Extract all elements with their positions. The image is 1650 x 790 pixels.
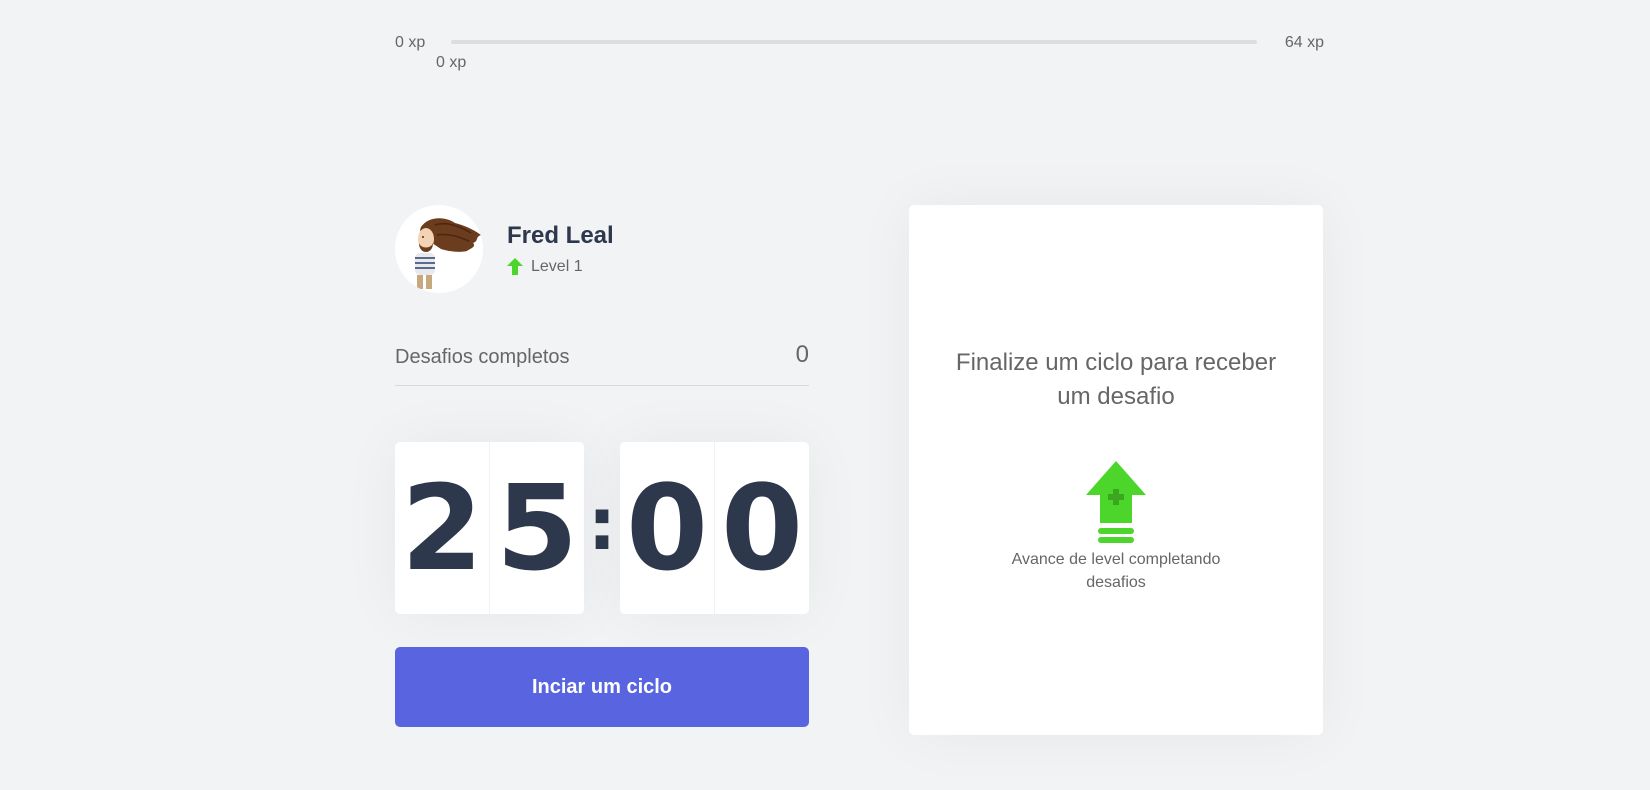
avatar-illustration: [395, 205, 483, 293]
minute-tens-digit: 2: [395, 442, 490, 614]
left-column: Fred Leal Level 1 Desafios completos 0 2…: [395, 205, 809, 727]
experience-bar: 0 xp 0 xp 64 xp: [395, 30, 1324, 71]
countdown-seconds: 0 0: [620, 442, 809, 614]
start-cycle-button[interactable]: Inciar um ciclo: [395, 647, 809, 727]
profile-name: Fred Leal: [507, 222, 614, 249]
second-tens-digit: 0: [620, 442, 715, 614]
level-up-icon: [1086, 461, 1146, 544]
profile-level: Level 1: [507, 258, 614, 276]
completed-challenges: Desafios completos 0: [395, 341, 809, 386]
xp-min-label: 0 xp: [395, 34, 426, 51]
avatar: [395, 205, 483, 293]
second-ones-digit: 0: [720, 459, 804, 597]
xp-max-label: 64 xp: [1284, 34, 1324, 51]
profile: Fred Leal Level 1: [395, 205, 809, 293]
xp-progress-track: [451, 40, 1257, 44]
level-up-arrow-icon: [507, 258, 523, 275]
challenge-box-hint: Avance de level completando desafios: [1011, 551, 1221, 591]
countdown: 2 5 : 0 0: [395, 442, 809, 614]
profile-level-label: Level 1: [531, 258, 583, 275]
challenge-box-title: Finalize um ciclo para receber um desafi…: [955, 349, 1277, 410]
countdown-separator: :: [587, 482, 617, 566]
countdown-minutes: 2 5: [395, 442, 584, 614]
minute-ones-digit: 5: [495, 459, 579, 597]
xp-current-label: 0 xp: [436, 54, 467, 71]
completed-challenges-label: Desafios completos: [395, 346, 570, 368]
challenge-box: Finalize um ciclo para receber um desafi…: [909, 205, 1323, 735]
completed-challenges-count: 0: [795, 341, 809, 368]
profile-info: Fred Leal Level 1: [507, 222, 614, 276]
